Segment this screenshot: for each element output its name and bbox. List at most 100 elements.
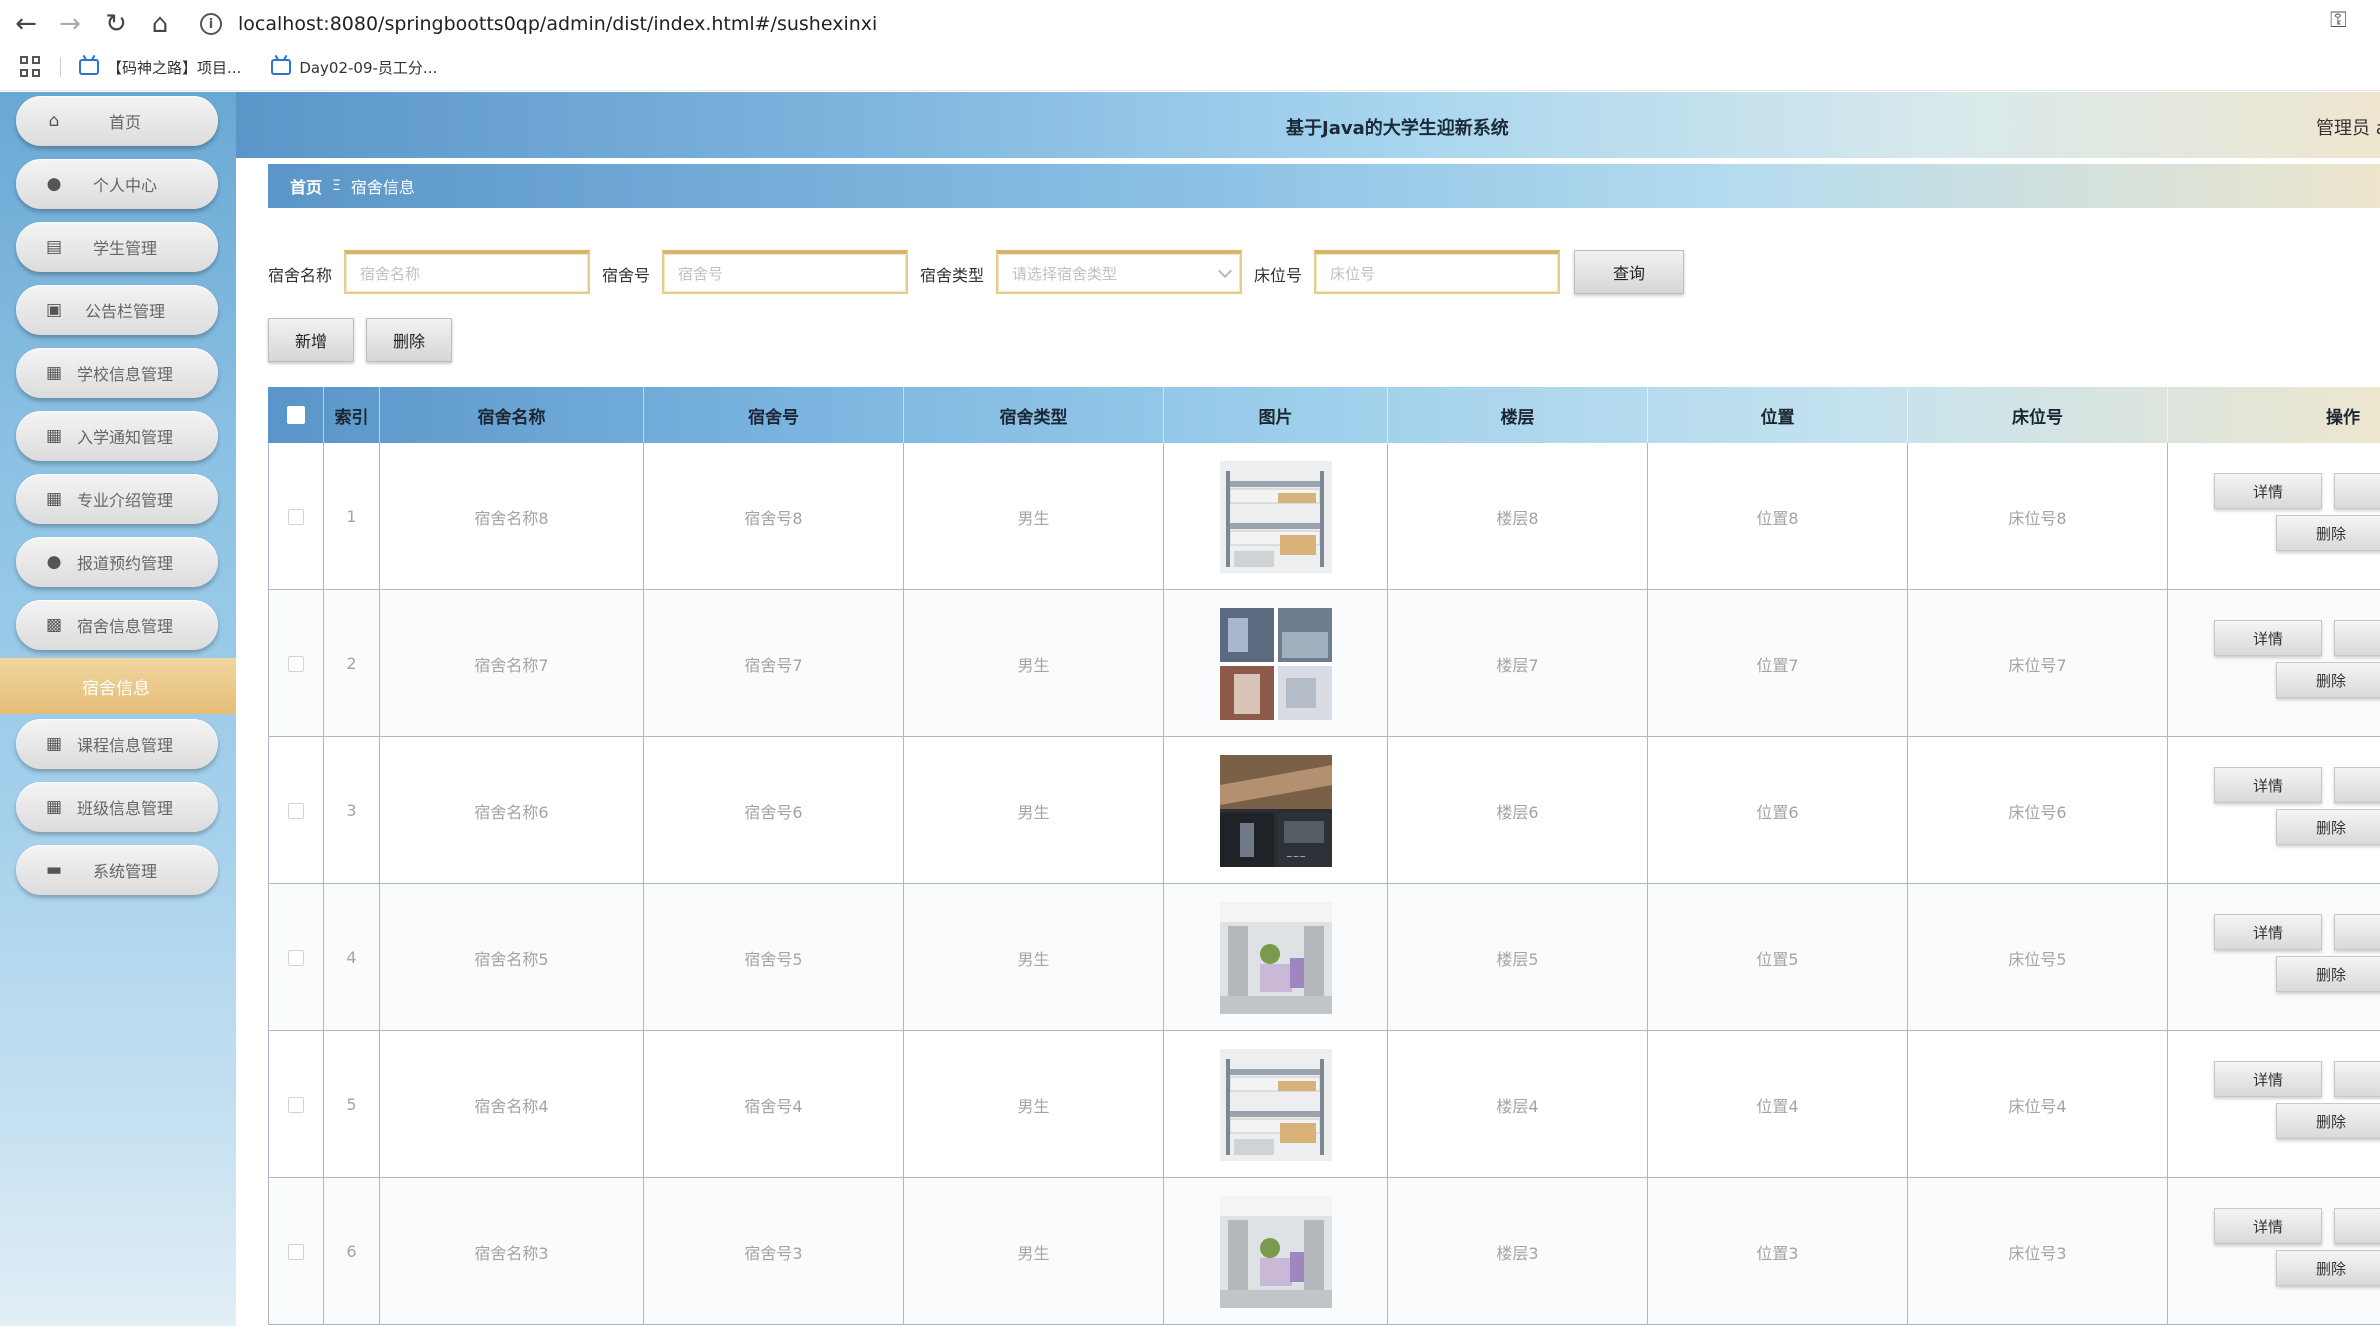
row-delete-button[interactable]: 删除: [2276, 956, 2380, 992]
sidebar-item-majors[interactable]: ▦ 专业介绍管理: [16, 474, 218, 524]
row-checkbox-cell: [268, 590, 324, 737]
edit-button[interactable]: [2334, 1061, 2380, 1097]
bed-cell: 床位号7: [1908, 590, 2168, 737]
edit-button[interactable]: [2334, 473, 2380, 509]
forward-icon[interactable]: →: [50, 4, 90, 44]
sidebar-item-profile[interactable]: ● 个人中心: [16, 159, 218, 209]
index-cell: 2: [324, 590, 380, 737]
dorm-type-cell-text: 男生: [1017, 508, 1050, 528]
address-bar[interactable]: i localhost:8080/springbootts0qp/admin/d…: [200, 4, 2370, 44]
dorm-name-cell: 宿舍名称3: [380, 1178, 644, 1325]
index-cell: 3: [324, 737, 380, 884]
row-delete-button[interactable]: 删除: [2276, 1103, 2380, 1139]
home-browser-icon[interactable]: ⌂: [140, 4, 180, 44]
row-delete-button[interactable]: 删除: [2276, 515, 2380, 551]
row-checkbox[interactable]: [288, 949, 304, 966]
location-cell: 位置7: [1648, 590, 1908, 737]
location-cell: 位置6: [1648, 737, 1908, 884]
sidebar-item-system[interactable]: ▬ 系统管理: [16, 845, 218, 895]
dorm-number-cell: 宿舍号4: [644, 1031, 904, 1178]
sidebar-item-courses[interactable]: ▦ 课程信息管理: [16, 719, 218, 769]
edit-button[interactable]: [2334, 914, 2380, 950]
row-checkbox[interactable]: [288, 1243, 304, 1260]
row-checkbox[interactable]: [288, 1096, 304, 1113]
detail-button[interactable]: 详情: [2214, 1061, 2322, 1097]
dorm-photo: [1219, 460, 1332, 573]
edit-button[interactable]: [2334, 767, 2380, 803]
sidebar-item-admission-notices[interactable]: ▦ 入学通知管理: [16, 411, 218, 461]
dorm-photo: [1219, 1048, 1332, 1161]
dorm-type-cell: 男生: [904, 884, 1164, 1031]
dorm-type-cell: 男生: [904, 1031, 1164, 1178]
dorm-type-select[interactable]: 请选择宿舍类型: [996, 250, 1242, 294]
row-checkbox[interactable]: [288, 508, 304, 525]
index-cell: 5: [324, 1031, 380, 1178]
apps-grid-icon[interactable]: [20, 56, 42, 78]
detail-button[interactable]: 详情: [2214, 620, 2322, 656]
dorm-number-cell-text: 宿舍号3: [744, 1243, 803, 1263]
edit-button[interactable]: [2334, 1208, 2380, 1244]
sidebar-subitem-label: 宿舍信息: [82, 678, 150, 699]
sidebar-item-students[interactable]: ▤ 学生管理: [16, 222, 218, 272]
bookmark-item[interactable]: Day02-09-员工分...: [271, 57, 437, 78]
row-delete-button[interactable]: 删除: [2276, 809, 2380, 845]
location-cell: 位置8: [1648, 443, 1908, 590]
detail-button[interactable]: 详情: [2214, 473, 2322, 509]
svg-text:~~~: ~~~: [1286, 852, 1306, 861]
sidebar-item-home[interactable]: ⌂ 首页: [16, 96, 218, 146]
detail-button[interactable]: 详情: [2214, 767, 2322, 803]
sidebar-item-registration[interactable]: ● 报道预约管理: [16, 537, 218, 587]
select-all-checkbox-cell[interactable]: [268, 387, 324, 443]
password-key-icon[interactable]: ⚿: [2330, 8, 2347, 33]
row-checkbox[interactable]: [288, 655, 304, 672]
actions-cell: 详情删除: [2168, 737, 2380, 884]
bed-number-input[interactable]: 床位号: [1314, 250, 1560, 294]
breadcrumb-home[interactable]: 首页: [290, 174, 322, 198]
dorm-number-cell: 宿舍号5: [644, 884, 904, 1031]
sidebar-item-notices[interactable]: ▣ 公告栏管理: [16, 285, 218, 335]
floor-cell-text: 楼层4: [1496, 1096, 1539, 1116]
row-delete-button[interactable]: 删除: [2276, 1250, 2380, 1286]
dorm-name-cell: 宿舍名称4: [380, 1031, 644, 1178]
sidebar-item-dorms[interactable]: ▩ 宿舍信息管理: [16, 600, 218, 650]
detail-button[interactable]: 详情: [2214, 1208, 2322, 1244]
sidebar-item-classes[interactable]: ▦ 班级信息管理: [16, 782, 218, 832]
sidebar-subitem-dorm-info[interactable]: 宿舍信息: [0, 658, 236, 714]
index-cell: 1: [324, 443, 380, 590]
floor-cell: 楼层3: [1388, 1178, 1648, 1325]
bed-cell-text: 床位号3: [2008, 1243, 2067, 1263]
query-button[interactable]: 查询: [1574, 250, 1684, 294]
edit-button[interactable]: [2334, 620, 2380, 656]
breadcrumb-separator-icon: Ξ: [332, 178, 341, 194]
dorm-number-cell-text: 宿舍号4: [744, 1096, 803, 1116]
dorm-number-input[interactable]: 宿舍号: [662, 250, 908, 294]
dorm-name-cell-text: 宿舍名称4: [474, 1096, 549, 1116]
dorm-name-cell-text: 宿舍名称3: [474, 1243, 549, 1263]
select-all-checkbox[interactable]: [286, 406, 305, 424]
user-icon: ●: [46, 552, 62, 572]
dorm-number-cell: 宿舍号6: [644, 737, 904, 884]
home-icon: ⌂: [48, 111, 60, 131]
bed-cell-text: 床位号4: [2008, 1096, 2067, 1116]
user-menu[interactable]: 管理员 a: [2316, 114, 2380, 140]
location-cell-text: 位置3: [1756, 1243, 1799, 1263]
detail-button[interactable]: 详情: [2214, 914, 2322, 950]
dorm-type-cell: 男生: [904, 443, 1164, 590]
bookmark-item[interactable]: 【码神之路】项目...: [79, 57, 241, 78]
reload-icon[interactable]: ↻: [96, 4, 136, 44]
column-header: 宿舍名称: [380, 387, 644, 443]
sidebar-item-school-info[interactable]: ▦ 学校信息管理: [16, 348, 218, 398]
row-delete-button[interactable]: 删除: [2276, 662, 2380, 698]
floor-cell-text: 楼层7: [1496, 655, 1539, 675]
dorm-name-cell-text: 宿舍名称7: [474, 655, 549, 675]
dorm-type-cell-text: 男生: [1017, 802, 1050, 822]
site-info-icon[interactable]: i: [200, 13, 222, 35]
add-button[interactable]: 新增: [268, 318, 354, 362]
row-checkbox[interactable]: [288, 802, 304, 819]
batch-delete-button[interactable]: 删除: [366, 318, 452, 362]
column-header: 操作: [2326, 407, 2360, 428]
table-row: 2 宿舍名称7 宿舍号7 男生 楼层7 位置7 床位号7 详情 删除: [268, 590, 2380, 737]
back-icon[interactable]: ←: [6, 4, 46, 44]
app-title: 基于Java的大学生迎新系统: [1286, 118, 1509, 139]
dorm-name-input[interactable]: 宿舍名称: [344, 250, 590, 294]
